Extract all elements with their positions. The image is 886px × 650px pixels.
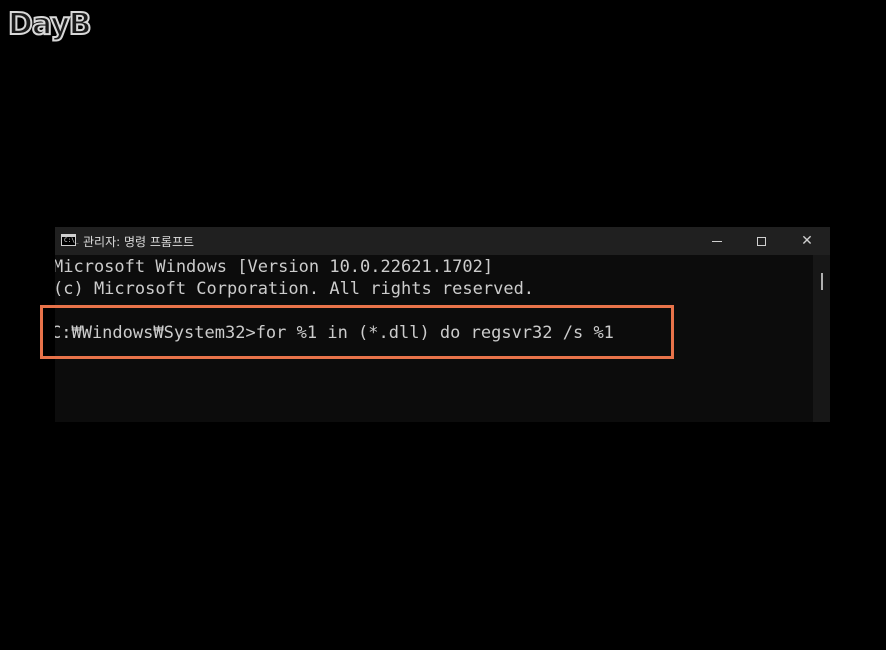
cmd-icon: C:\_ <box>61 234 79 246</box>
command-highlight-box <box>40 305 674 359</box>
scrollbar-thumb[interactable] <box>821 273 823 290</box>
maximize-button[interactable] <box>738 227 784 255</box>
vertical-scrollbar[interactable] <box>813 255 830 422</box>
title-bar[interactable]: C:\_ 관리자: 명령 프롬프트 ✕ <box>55 227 830 255</box>
console-line: (c) Microsoft Corporation. All rights re… <box>55 279 535 299</box>
cmd-icon-label: C:\_ <box>64 237 79 244</box>
daybe-logo: DayB <box>7 7 93 42</box>
window-title: 관리자: 명령 프롬프트 <box>83 235 195 249</box>
console-line: Microsoft Windows [Version 10.0.22621.17… <box>55 257 494 277</box>
minimize-icon <box>712 240 722 242</box>
close-button[interactable]: ✕ <box>784 227 830 255</box>
maximize-icon <box>756 236 766 246</box>
minimize-button[interactable] <box>694 227 740 255</box>
close-icon: ✕ <box>801 233 813 249</box>
